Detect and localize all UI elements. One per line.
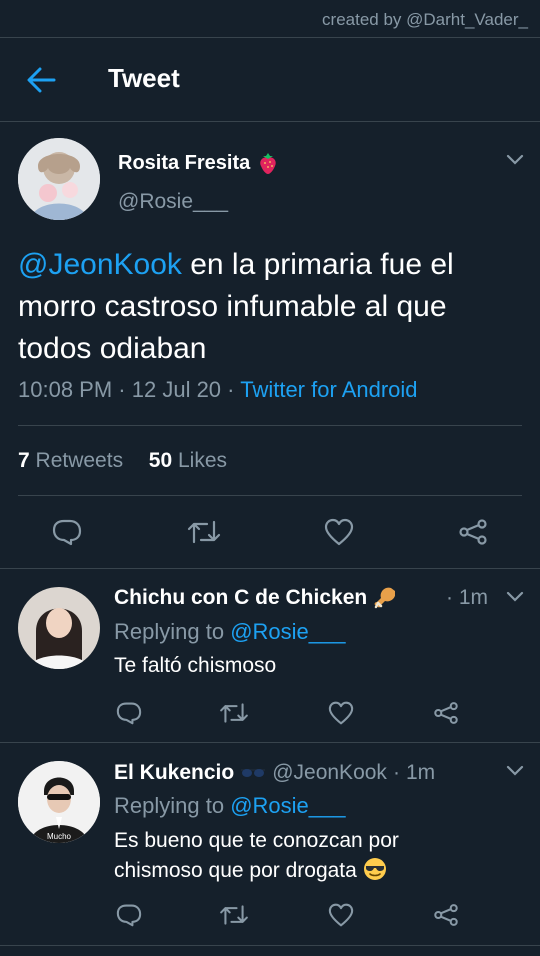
page-title: Tweet (108, 63, 180, 93)
strawberry-icon (258, 152, 278, 175)
share-icon[interactable] (433, 701, 459, 725)
separator: · (118, 377, 126, 402)
share-icon[interactable] (458, 518, 488, 546)
chevron-down-icon[interactable] (506, 154, 524, 166)
replying-label: Replying to (114, 793, 225, 818)
author-name-text: Rosita Fresita (118, 152, 251, 174)
smiling-sunglasses-emoji-icon (363, 857, 387, 881)
author-name[interactable]: Rosita Fresita (118, 152, 278, 175)
retweet-icon[interactable] (219, 701, 249, 725)
reply-icon[interactable] (116, 701, 142, 725)
tweet-text: @JeonKook en la primaria fue el morro ca… (18, 244, 523, 370)
tweet-time: 10:08 PM (18, 377, 113, 402)
like-icon[interactable] (328, 701, 354, 725)
retweet-icon[interactable] (219, 903, 249, 927)
top-bar: Tweet (0, 38, 540, 122)
chevron-down-icon[interactable] (506, 591, 524, 603)
share-icon[interactable] (433, 903, 459, 927)
reply-text: Te faltó chismoso (114, 654, 277, 677)
sunglasses-icon (240, 767, 266, 779)
chevron-down-icon[interactable] (506, 765, 524, 777)
likes-count: 50 (148, 449, 173, 472)
main-tweet: Rosita Fresita @Rosie___ @JeonKook en la… (0, 122, 540, 569)
reply-author-handle[interactable]: @JeonKook (272, 761, 387, 785)
reply-icon[interactable] (116, 903, 142, 927)
like-icon[interactable] (324, 518, 354, 546)
divider (18, 495, 522, 496)
reply-header: Chichu con C de Chicken (114, 586, 396, 610)
reply-time: 1m (405, 761, 436, 784)
tweet-date: 12 Jul 20 (131, 377, 222, 402)
avatar-caption: Mucho (47, 832, 72, 841)
replying-to-link[interactable]: @Rosie___ (230, 793, 345, 818)
chicken-leg-icon (373, 586, 396, 610)
author-handle[interactable]: @Rosie___ (118, 190, 228, 214)
replying-to-link[interactable]: @Rosie___ (230, 619, 345, 644)
reply-author-name[interactable]: El Kukencio (114, 761, 234, 785)
mention-link[interactable]: @JeonKook (18, 248, 182, 281)
reply-header: El Kukencio @JeonKook · 1m (114, 761, 435, 785)
reply-text-body: Es bueno que te conozcan por chismoso qu… (114, 829, 399, 882)
avatar[interactable]: Mucho (18, 761, 100, 843)
watermark: created by @Darht_Vader_ (0, 0, 540, 38)
tweet-meta: 10:08 PM · 12 Jul 20 · Twitter for Andro… (18, 377, 418, 403)
separator: · (392, 761, 400, 784)
retweets-stat[interactable]: 7 Retweets (18, 449, 123, 472)
likes-label: Likes (177, 449, 227, 472)
avatar[interactable] (18, 587, 100, 669)
like-icon[interactable] (328, 903, 354, 927)
retweets-label: Retweets (35, 449, 124, 472)
reply-author-name[interactable]: Chichu con C de Chicken (114, 586, 367, 610)
reply-time: · 1m (446, 586, 488, 610)
back-arrow-icon[interactable] (26, 67, 56, 93)
reply-text: Es bueno que te conozcan por chismoso qu… (114, 826, 454, 886)
retweets-count: 7 (18, 449, 30, 472)
reply-icon[interactable] (52, 518, 82, 546)
replying-to: Replying to @Rosie___ (114, 619, 346, 645)
separator: · (445, 586, 453, 609)
reply-tweet: Mucho El Kukencio @JeonKook · 1m Replyin… (0, 743, 540, 946)
client-link[interactable]: Twitter for Android (240, 377, 417, 402)
reply-time-value: 1m (458, 586, 488, 609)
avatar[interactable] (18, 138, 100, 220)
separator: · (227, 377, 235, 402)
replying-to: Replying to @Rosie___ (114, 793, 346, 819)
divider (18, 425, 522, 426)
likes-stat[interactable]: 50 Likes (149, 449, 227, 472)
reply-tweet: Chichu con C de Chicken · 1m Replying to… (0, 569, 540, 743)
tweet-stats: 7 Retweets 50 Likes (18, 449, 227, 473)
replying-label: Replying to (114, 619, 225, 644)
retweet-icon[interactable] (187, 518, 221, 546)
